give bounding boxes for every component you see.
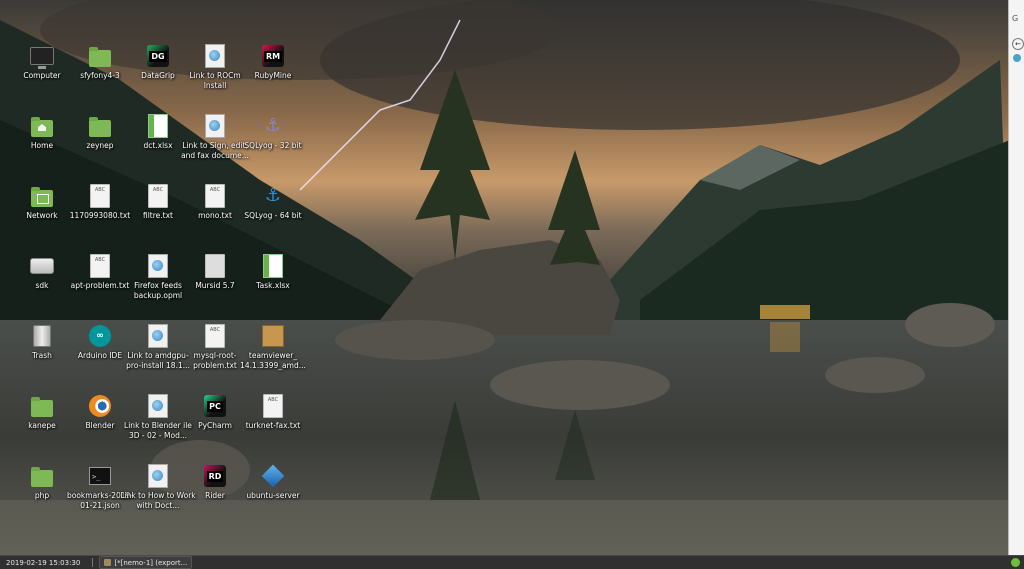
trash-icon: [33, 325, 51, 347]
arduino-icon: ∞: [89, 325, 111, 347]
text-file-icon: ABC: [205, 324, 225, 348]
folder-icon: [31, 397, 53, 417]
virtualbox-icon: [261, 464, 285, 488]
link-icon: [148, 254, 168, 278]
desktop-icon-image: ⚓: [261, 114, 285, 138]
clock[interactable]: 2019-02-19 15:03:30: [0, 559, 86, 567]
desktop-icon-image: [203, 254, 227, 278]
desktop-icon[interactable]: ubuntu-server: [238, 462, 308, 524]
back-arrow-icon[interactable]: ←: [1012, 38, 1024, 50]
desktop-icon-image: RM: [261, 44, 285, 68]
desktop-icon-image: ∞: [88, 324, 112, 348]
text-file-icon: ABC: [263, 394, 283, 418]
desktop-icon-image: [30, 324, 54, 348]
desktop-icon-image: ⚓: [261, 184, 285, 208]
desktop-icon-label: ubuntu-server: [246, 491, 300, 500]
desktop-icon-image: ABC: [203, 184, 227, 208]
desktop-icon-label: Task.xlsx: [256, 281, 290, 290]
jetbrains-app-icon: DG: [147, 45, 169, 67]
desktop-icon-image: ABC: [261, 394, 285, 418]
package-icon: [262, 325, 284, 347]
browser-extension-icon[interactable]: [1013, 54, 1021, 62]
link-icon: [148, 324, 168, 348]
desktop-icon-image: [30, 184, 54, 208]
file-icon: [205, 254, 225, 278]
desktop-icon[interactable]: teamviewer_ 14.1.3399_amd...: [238, 322, 308, 384]
spreadsheet-icon: [263, 254, 283, 278]
terminal-icon: >_: [89, 467, 111, 485]
desktop-icon-image: [30, 464, 54, 488]
desktop-icon-image: >_: [88, 464, 112, 488]
google-g-icon: G: [1012, 14, 1019, 23]
desktop-icon-image: [146, 254, 170, 278]
desktop-icon-image: ABC: [203, 324, 227, 348]
nemo-window-icon: [104, 559, 112, 566]
desktop-icon-image: PC: [203, 394, 227, 418]
link-icon: [148, 464, 168, 488]
text-file-icon: ABC: [90, 184, 110, 208]
jetbrains-app-icon: RM: [262, 45, 284, 67]
desktop-icon[interactable]: Task.xlsx: [238, 252, 308, 314]
blender-icon: [89, 395, 111, 417]
folder-icon: [31, 467, 53, 487]
desktop-icon-image: RD: [203, 464, 227, 488]
desktop-icon-image: [30, 114, 54, 138]
jetbrains-app-icon: RD: [204, 465, 226, 487]
desktop-icon-image: [146, 114, 170, 138]
taskbar-window-title: [*[nemo-1] (export...: [114, 558, 188, 567]
dolphin-icon: ⚓: [264, 185, 282, 206]
desktop-icon-image: [261, 254, 285, 278]
text-file-icon: ABC: [205, 184, 225, 208]
desktop-icon-image: DG: [146, 44, 170, 68]
text-file-icon: ABC: [90, 254, 110, 278]
folder-icon: [89, 117, 111, 137]
desktop-icon-label: SQLyog - 32 bit: [244, 141, 302, 150]
folder-icon: [89, 47, 111, 67]
jetbrains-app-icon: PC: [204, 395, 226, 417]
link-icon: [205, 114, 225, 138]
desktop-icon-image: [88, 114, 112, 138]
desktop-icon-image: [261, 464, 285, 488]
browser-window-edge[interactable]: G ←: [1008, 0, 1024, 555]
taskbar-panel: 2019-02-19 15:03:30 [*[nemo-1] (export..…: [0, 555, 1024, 569]
computer-icon: [30, 47, 54, 69]
dolphin-icon: ⚓: [264, 115, 282, 136]
desktop-icon-label: teamviewer_ 14.1.3399_amd...: [240, 351, 306, 370]
link-icon: [205, 44, 225, 68]
panel-separator: [92, 558, 94, 567]
desktop-icon-image: [203, 114, 227, 138]
desktop-icon-image: [203, 44, 227, 68]
desktop-icon-label: turknet-fax.txt: [245, 421, 301, 430]
desktop-icon-image: [146, 324, 170, 348]
desktop-icon-label: SQLyog - 64 bit: [244, 211, 302, 220]
desktop-icon-label: RubyMine: [254, 71, 292, 80]
desktop-icon-image: [146, 394, 170, 418]
desktop-icon[interactable]: ABC turknet-fax.txt: [238, 392, 308, 454]
spreadsheet-icon: [148, 114, 168, 138]
desktop-icon-image: [30, 254, 54, 278]
mint-menu-icon[interactable]: [1011, 558, 1020, 567]
desktop-icon-image: [261, 324, 285, 348]
text-file-icon: ABC: [148, 184, 168, 208]
desktop-icon-image: [88, 44, 112, 68]
desktop-icon[interactable]: ⚓ SQLyog - 32 bit: [238, 112, 308, 174]
home-folder-icon: [31, 117, 53, 137]
desktop-icon[interactable]: ⚓ SQLyog - 64 bit: [238, 182, 308, 244]
desktop-icon-image: [88, 394, 112, 418]
desktop-icon-image: ABC: [88, 184, 112, 208]
taskbar-window-button[interactable]: [*[nemo-1] (export...: [99, 556, 193, 569]
desktop-icon-image: [30, 394, 54, 418]
desktop-icon-image: [30, 44, 54, 69]
desktop-icon-image: [146, 464, 170, 488]
network-folder-icon: [31, 187, 53, 207]
desktop-icon[interactable]: RM RubyMine: [238, 42, 308, 104]
link-icon: [148, 394, 168, 418]
desktop-icon-image: ABC: [88, 254, 112, 278]
desktop-icon-image: ABC: [146, 184, 170, 208]
drive-icon: [30, 258, 54, 274]
